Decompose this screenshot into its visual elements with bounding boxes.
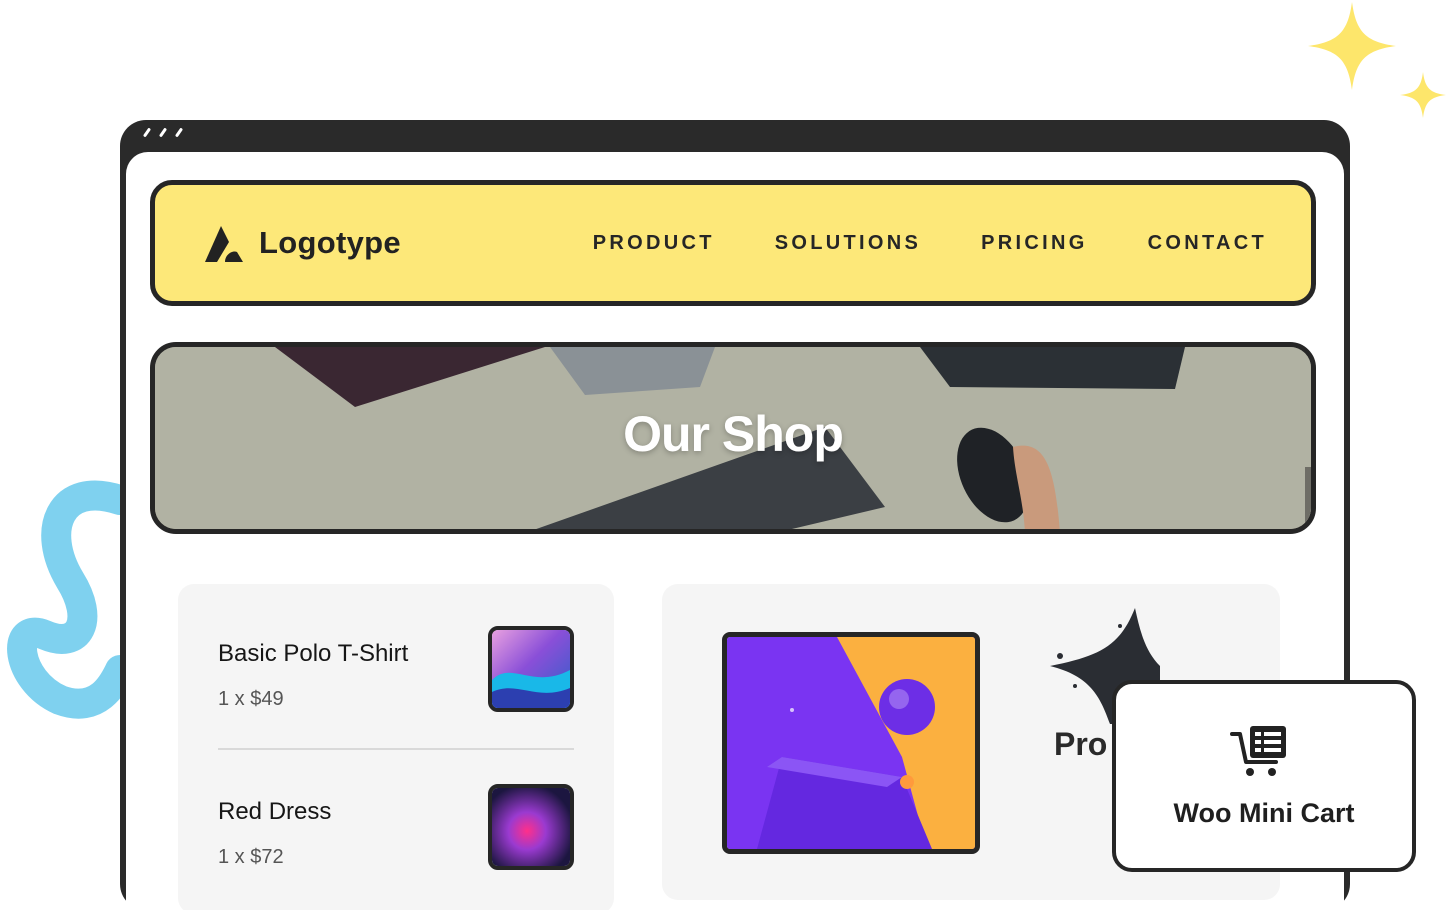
window-dot — [174, 127, 184, 138]
main-nav: PRODUCT SOLUTIONS PRICING CONTACT — [593, 232, 1267, 255]
site-header: Logotype PRODUCT SOLUTIONS PRICING CONTA… — [150, 180, 1316, 306]
cart-item[interactable]: Red Dress 1 x $72 — [218, 784, 574, 894]
mini-cart-label: Woo Mini Cart — [1173, 798, 1355, 828]
logo-text: Logotype — [259, 225, 401, 260]
cart-list: Basic Polo T-Shirt 1 x $49 Red Dress 1 x… — [178, 584, 614, 910]
cart-item-thumbnail — [488, 626, 574, 712]
cart-item-name: Basic Polo T-Shirt — [218, 640, 409, 667]
logo[interactable]: Logotype — [203, 222, 401, 264]
window-dots — [142, 127, 184, 138]
banner-title: Our Shop — [623, 406, 844, 462]
cart-item[interactable]: Basic Polo T-Shirt 1 x $49 — [218, 626, 574, 736]
cart-item-thumbnail — [488, 784, 574, 870]
cart-item-name: Red Dress — [218, 798, 332, 825]
cart-divider — [218, 748, 574, 750]
product-title: Pro — [1054, 726, 1108, 762]
product-image — [722, 632, 980, 854]
nav-contact[interactable]: CONTACT — [1148, 232, 1267, 255]
woo-mini-cart-badge[interactable]: Woo Mini Cart — [1112, 680, 1416, 872]
hero-banner: Our Shop — [150, 342, 1316, 534]
cart-item-qty-price: 1 x $49 — [218, 688, 284, 710]
nav-pricing[interactable]: PRICING — [981, 232, 1087, 255]
window-dot — [142, 127, 152, 138]
logo-mark-icon — [205, 226, 243, 262]
sparkle-small-icon — [1400, 72, 1446, 118]
squiggle-decoration — [7, 480, 130, 719]
window-dot — [158, 127, 168, 138]
cart-list-icon — [1230, 726, 1286, 776]
cart-item-qty-price: 1 x $72 — [218, 846, 284, 868]
nav-product[interactable]: PRODUCT — [593, 232, 715, 255]
nav-solutions[interactable]: SOLUTIONS — [775, 232, 921, 255]
sparkle-large-icon — [1308, 2, 1396, 90]
